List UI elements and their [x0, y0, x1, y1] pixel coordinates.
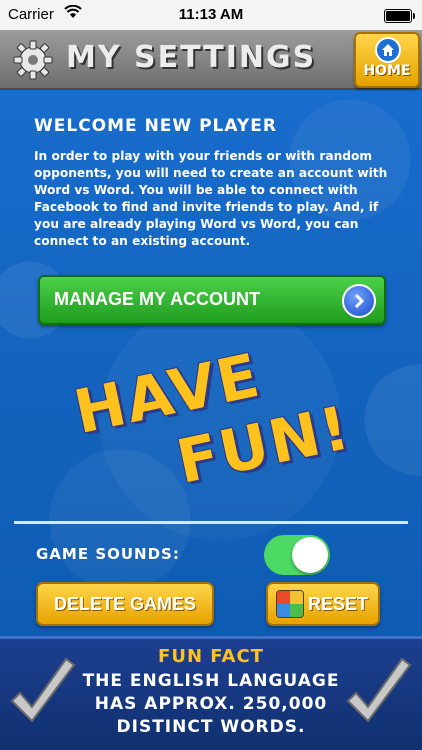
page-title: MY SETTINGS	[66, 40, 317, 75]
welcome-heading: WELCOME NEW PLAYER	[34, 116, 277, 136]
fun-fact-line: DISTINCT WORDS.	[116, 717, 306, 737]
fun-fact-line: HAS APPROX. 250,000	[94, 694, 328, 714]
gear-icon	[13, 40, 53, 80]
fun-fact-title: FUN FACT	[158, 646, 264, 667]
delete-games-button[interactable]: DELETE GAMES	[36, 582, 214, 626]
divider	[14, 521, 408, 524]
fun-fact-line: THE ENGLISH LANGUAGE	[82, 671, 340, 691]
status-bar: Carrier 11:13 AM	[0, 0, 422, 30]
game-sounds-toggle[interactable]	[264, 535, 330, 575]
reset-label: RESET	[308, 594, 369, 614]
reset-icon	[276, 590, 304, 618]
reset-button[interactable]: RESET	[266, 582, 380, 626]
toggle-knob	[292, 537, 328, 573]
header-bar: MY SETTINGS HOME	[0, 30, 422, 90]
welcome-text: In order to play with your friends or wi…	[34, 149, 388, 248]
delete-games-label: DELETE GAMES	[53, 594, 196, 614]
home-button[interactable]: HOME	[354, 32, 420, 88]
home-button-label: HOME	[363, 63, 411, 79]
manage-account-label: MANAGE MY ACCOUNT	[54, 289, 260, 309]
settings-screen: Carrier 11:13 AM MY SETTINGS HOME WELCOM…	[0, 0, 422, 750]
home-icon	[375, 37, 401, 63]
game-sounds-label: GAME SOUNDS:	[36, 545, 180, 563]
battery-icon	[384, 9, 415, 23]
clock: 11:13 AM	[178, 6, 244, 23]
have-fun-graphic: HAVE FUN!	[47, 310, 383, 531]
